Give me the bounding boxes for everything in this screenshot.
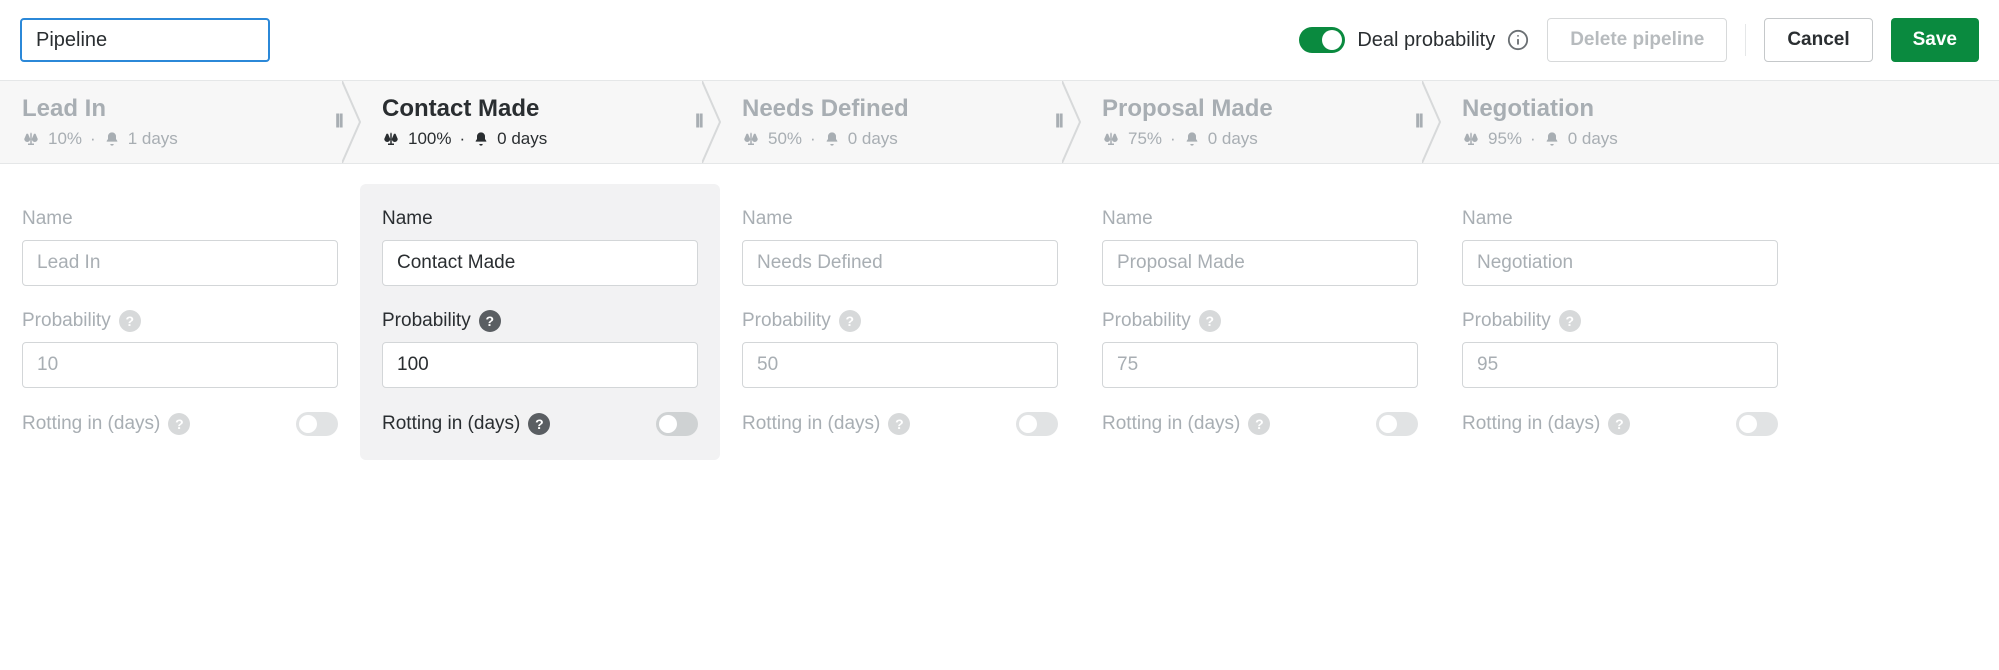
scale-icon xyxy=(742,130,760,148)
bell-icon xyxy=(473,131,489,147)
bell-icon xyxy=(1544,131,1560,147)
probability-input[interactable] xyxy=(1462,342,1778,388)
pipeline-name-input[interactable] xyxy=(20,18,270,62)
help-icon[interactable]: ? xyxy=(528,413,550,435)
scale-icon xyxy=(382,130,400,148)
stage-form-negotiation: Name Probability ? Rotting in (days) ? xyxy=(1440,184,1800,460)
drag-handle[interactable]: II xyxy=(695,111,702,134)
cancel-button[interactable]: Cancel xyxy=(1764,18,1872,62)
rotting-label: Rotting in (days) ? xyxy=(1102,413,1270,435)
probability-input[interactable] xyxy=(1102,342,1418,388)
deal-probability-label: Deal probability xyxy=(1357,29,1495,52)
probability-label: Probability ? xyxy=(382,310,698,332)
editor-header: Deal probability Delete pipeline Cancel … xyxy=(0,0,1999,81)
probability-input[interactable] xyxy=(742,342,1058,388)
stage-name-input[interactable] xyxy=(742,240,1058,286)
name-label: Name xyxy=(382,208,698,230)
divider xyxy=(1745,24,1746,56)
help-icon[interactable]: ? xyxy=(479,310,501,332)
help-icon[interactable]: ? xyxy=(119,310,141,332)
stage-name-input[interactable] xyxy=(1102,240,1418,286)
save-button[interactable]: Save xyxy=(1891,18,1979,62)
bell-icon xyxy=(824,131,840,147)
stage-form-proposal-made: Name Probability ? Rotting in (days) ? xyxy=(1080,184,1440,460)
rotting-label: Rotting in (days) ? xyxy=(382,413,550,435)
probability-label: Probability ? xyxy=(742,310,1058,332)
rotting-toggle[interactable] xyxy=(1376,412,1418,436)
stage-forms-row: Name Probability ? Rotting in (days) ? N… xyxy=(0,164,1999,460)
stage-name-input[interactable] xyxy=(382,240,698,286)
stages-header-row: Lead In 10% · 1 days II Contact Made 100… xyxy=(0,81,1999,164)
rotting-label: Rotting in (days) ? xyxy=(1462,413,1630,435)
stage-meta: 100% · 0 days xyxy=(382,129,700,149)
name-label: Name xyxy=(1102,208,1418,230)
stage-title: Proposal Made xyxy=(1102,95,1420,123)
probability-label: Probability ? xyxy=(1102,310,1418,332)
help-icon[interactable]: ? xyxy=(168,413,190,435)
bell-icon xyxy=(104,131,120,147)
stage-form-contact-made: Name Probability ? Rotting in (days) ? xyxy=(360,184,720,460)
rotting-toggle[interactable] xyxy=(296,412,338,436)
name-label: Name xyxy=(742,208,1058,230)
probability-label: Probability ? xyxy=(22,310,338,332)
help-icon[interactable]: ? xyxy=(888,413,910,435)
probability-input[interactable] xyxy=(22,342,338,388)
rotting-toggle[interactable] xyxy=(1736,412,1778,436)
stage-title: Lead In xyxy=(22,95,340,123)
stage-head-needs-defined[interactable]: Needs Defined 50% · 0 days II xyxy=(720,81,1080,163)
stage-name-input[interactable] xyxy=(1462,240,1778,286)
stage-head-contact-made[interactable]: Contact Made 100% · 0 days II xyxy=(360,81,720,163)
help-icon[interactable]: ? xyxy=(1199,310,1221,332)
stage-name-input[interactable] xyxy=(22,240,338,286)
stage-title: Needs Defined xyxy=(742,95,1060,123)
bell-icon xyxy=(1184,131,1200,147)
info-icon[interactable] xyxy=(1507,29,1529,51)
probability-input[interactable] xyxy=(382,342,698,388)
name-label: Name xyxy=(22,208,338,230)
rotting-toggle[interactable] xyxy=(656,412,698,436)
stage-form-needs-defined: Name Probability ? Rotting in (days) ? xyxy=(720,184,1080,460)
help-icon[interactable]: ? xyxy=(1608,413,1630,435)
rotting-label: Rotting in (days) ? xyxy=(742,413,910,435)
stage-meta: 75% · 0 days xyxy=(1102,129,1420,149)
drag-handle[interactable]: II xyxy=(335,111,342,134)
stage-head-proposal-made[interactable]: Proposal Made 75% · 0 days II xyxy=(1080,81,1440,163)
scale-icon xyxy=(1462,130,1480,148)
probability-label: Probability ? xyxy=(1462,310,1778,332)
stage-meta: 95% · 0 days xyxy=(1462,129,1780,149)
stage-head-lead-in[interactable]: Lead In 10% · 1 days II xyxy=(0,81,360,163)
stage-head-negotiation[interactable]: Negotiation 95% · 0 days xyxy=(1440,81,1800,163)
deal-probability-toggle-wrap: Deal probability xyxy=(1299,27,1529,53)
stage-form-lead-in: Name Probability ? Rotting in (days) ? xyxy=(0,184,360,460)
help-icon[interactable]: ? xyxy=(1559,310,1581,332)
name-label: Name xyxy=(1462,208,1778,230)
help-icon[interactable]: ? xyxy=(839,310,861,332)
rotting-label: Rotting in (days) ? xyxy=(22,413,190,435)
help-icon[interactable]: ? xyxy=(1248,413,1270,435)
delete-pipeline-button[interactable]: Delete pipeline xyxy=(1547,18,1727,62)
stage-title: Negotiation xyxy=(1462,95,1780,123)
rotting-toggle[interactable] xyxy=(1016,412,1058,436)
scale-icon xyxy=(22,130,40,148)
stage-meta: 50% · 0 days xyxy=(742,129,1060,149)
scale-icon xyxy=(1102,130,1120,148)
drag-handle[interactable]: II xyxy=(1055,111,1062,134)
stage-title: Contact Made xyxy=(382,95,700,123)
deal-probability-toggle[interactable] xyxy=(1299,27,1345,53)
stage-meta: 10% · 1 days xyxy=(22,129,340,149)
drag-handle[interactable]: II xyxy=(1415,111,1422,134)
